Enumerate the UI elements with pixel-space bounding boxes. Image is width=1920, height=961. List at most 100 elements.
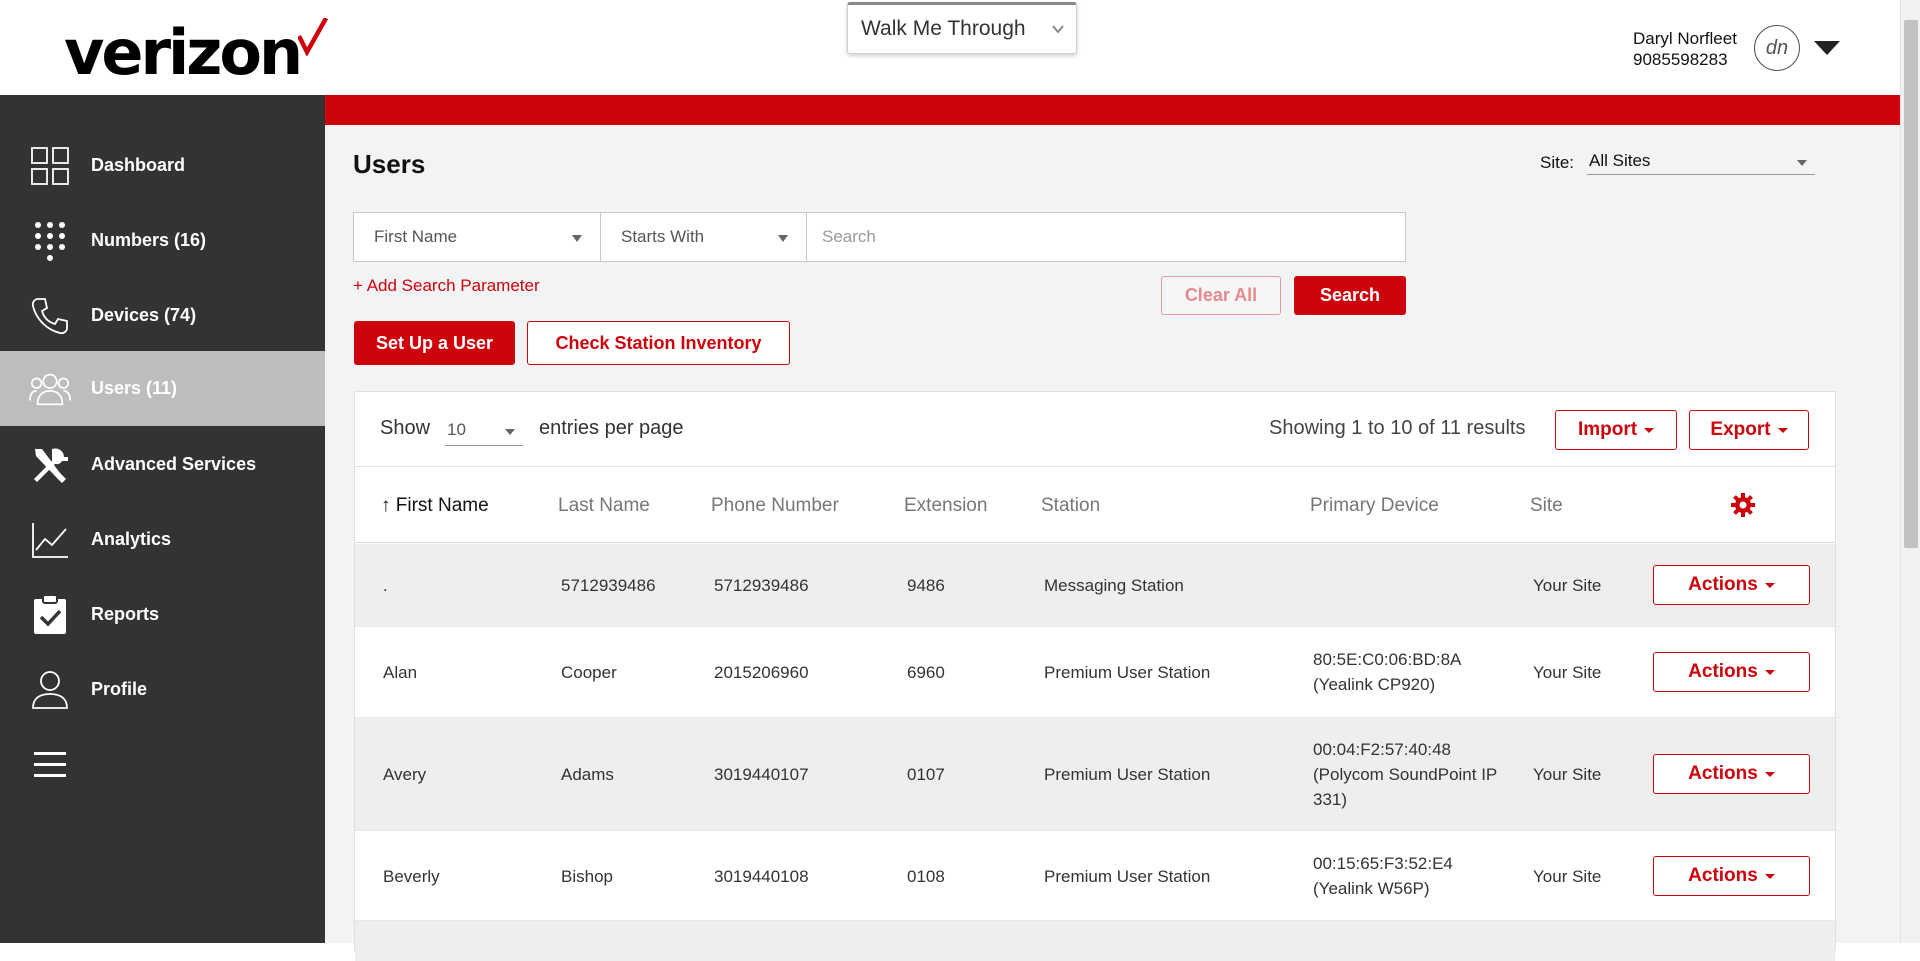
top-header: verizon Walk Me Through Daryl Norfleet 9… <box>0 0 1900 95</box>
actions-label: Actions <box>1688 574 1758 595</box>
dropdown-arrow-icon <box>505 429 515 435</box>
cell-primary-device: 00:04:F2:57:40:48 (Polycom SoundPoint IP… <box>1313 740 1497 809</box>
user-name: Daryl Norfleet <box>1633 29 1737 48</box>
page-scrollbar[interactable] <box>1900 0 1920 943</box>
search-button[interactable]: Search <box>1294 276 1406 315</box>
hamburger-menu-icon <box>28 743 72 787</box>
sidebar-item-label: Profile <box>91 679 148 699</box>
cell-last-name: Bishop <box>561 867 613 886</box>
add-search-parameter-link[interactable]: + Add Search Parameter <box>353 276 540 296</box>
actions-button[interactable]: Actions <box>1653 565 1810 605</box>
entries-per-page-label: entries per page <box>539 417 684 439</box>
dropdown-arrow-icon <box>1797 160 1807 166</box>
column-header-site[interactable]: Site <box>1530 495 1563 517</box>
table-toolbar: Show 10 entries per page Showing 1 to 10… <box>355 392 1835 467</box>
sidebar-item-label: Advanced Services <box>91 454 257 474</box>
scrollbar-thumb[interactable] <box>1904 20 1918 548</box>
column-label: First Name <box>395 495 489 516</box>
cell-station: Premium User Station <box>1044 867 1211 886</box>
clear-all-button[interactable]: Clear All <box>1161 276 1281 315</box>
cell-primary-device: 80:5E:C0:06:BD:8A (Yealink CP920) <box>1313 650 1461 694</box>
sidebar-item-devices[interactable]: Devices (74) <box>0 278 325 353</box>
per-page-value: 10 <box>447 420 466 439</box>
sidebar-wedge <box>300 95 325 125</box>
table-row: Beverly Bishop 3019440108 0108 Premium U… <box>355 831 1835 921</box>
cell-extension: 0108 <box>907 867 945 886</box>
import-button[interactable]: Import <box>1555 410 1677 450</box>
cell-extension: 9486 <box>907 576 945 595</box>
users-group-icon <box>28 367 72 411</box>
dialpad-icon <box>28 219 72 263</box>
site-select[interactable]: All Sites <box>1587 151 1815 175</box>
cell-site: Your Site <box>1533 867 1602 886</box>
cell-site: Your Site <box>1533 576 1602 595</box>
sidebar-item-label: Devices (74) <box>91 305 197 325</box>
entries-per-page-select[interactable]: 10 <box>445 416 523 446</box>
cell-first-name: . <box>383 576 388 595</box>
sidebar-item-label: Reports <box>91 604 160 624</box>
sidebar-menu-toggle[interactable] <box>0 727 100 802</box>
caret-down-icon <box>1644 427 1655 433</box>
cell-site: Your Site <box>1533 663 1602 682</box>
caret-down-icon <box>1777 427 1788 433</box>
main-content: Users Site: All Sites First Name Starts … <box>325 125 1900 961</box>
cell-last-name: Cooper <box>561 663 617 682</box>
cell-phone-number: 2015206960 <box>714 663 809 682</box>
line-chart-icon <box>28 518 72 562</box>
sidebar-item-advanced-services[interactable]: Advanced Services <box>0 427 325 502</box>
sidebar-item-analytics[interactable]: Analytics <box>0 502 325 577</box>
sidebar-item-label: Dashboard <box>91 155 186 175</box>
search-operator-value: Starts With <box>621 227 705 246</box>
export-button[interactable]: Export <box>1689 410 1809 450</box>
sidebar-item-profile[interactable]: Profile <box>0 652 325 727</box>
table-header: ↑ First Name Last Name Phone Number Exte… <box>355 468 1835 543</box>
column-header-last-name[interactable]: Last Name <box>558 495 650 517</box>
search-bar: First Name Starts With <box>353 212 1406 262</box>
phone-handset-icon <box>28 294 72 338</box>
sidebar-item-label: Numbers (16) <box>91 230 207 250</box>
user-menu-caret-icon[interactable] <box>1814 41 1840 55</box>
set-up-user-button[interactable]: Set Up a User <box>354 321 515 365</box>
cell-phone-number: 3019440108 <box>714 867 809 886</box>
search-input[interactable] <box>807 213 1405 261</box>
column-header-extension[interactable]: Extension <box>904 495 987 517</box>
column-header-first-name[interactable]: ↑ First Name <box>381 495 489 517</box>
search-field-select[interactable]: First Name <box>354 213 601 261</box>
gear-icon[interactable] <box>1730 492 1756 518</box>
cell-station: Premium User Station <box>1044 765 1211 784</box>
cell-last-name: 5712939486 <box>561 576 656 595</box>
sidebar-item-reports[interactable]: Reports <box>0 577 325 652</box>
cell-extension: 0107 <box>907 765 945 784</box>
check-station-inventory-button[interactable]: Check Station Inventory <box>527 321 790 365</box>
dropdown-arrow-icon <box>572 235 582 242</box>
actions-button[interactable]: Actions <box>1653 652 1810 692</box>
export-label: Export <box>1710 419 1771 440</box>
verizon-logo[interactable]: verizon <box>64 14 328 84</box>
cell-site: Your Site <box>1533 765 1602 784</box>
avatar[interactable]: dn <box>1754 25 1800 71</box>
site-label: Site: <box>1540 153 1575 172</box>
walk-me-through-dropdown[interactable]: Walk Me Through <box>847 2 1077 54</box>
sidebar-item-dashboard[interactable]: Dashboard <box>0 128 325 203</box>
column-header-phone-number[interactable]: Phone Number <box>711 495 839 517</box>
actions-button[interactable]: Actions <box>1653 856 1810 896</box>
table-row <box>355 921 1835 961</box>
sidebar-item-numbers[interactable]: Numbers (16) <box>0 203 325 278</box>
sidebar-item-label: Users (11) <box>91 378 178 398</box>
sidebar-item-users[interactable]: Users (11) <box>0 351 325 426</box>
clipboard-check-icon <box>28 593 72 637</box>
column-header-station[interactable]: Station <box>1041 495 1100 517</box>
search-operator-select[interactable]: Starts With <box>601 213 807 261</box>
cell-station: Premium User Station <box>1044 663 1211 682</box>
dashboard-grid-icon <box>28 144 72 188</box>
table-row: Avery Adams 3019440107 0107 Premium User… <box>355 718 1835 831</box>
user-info: Daryl Norfleet 9085598283 <box>1633 28 1737 70</box>
column-header-primary-device[interactable]: Primary Device <box>1310 495 1439 517</box>
user-phone: 9085598283 <box>1633 50 1728 69</box>
cell-phone-number: 3019440107 <box>714 765 809 784</box>
cell-phone-number: 5712939486 <box>714 576 809 595</box>
actions-button[interactable]: Actions <box>1653 754 1810 794</box>
sort-ascending-icon: ↑ <box>381 495 391 516</box>
users-table-panel: Show 10 entries per page Showing 1 to 10… <box>354 391 1836 961</box>
site-select-value: All Sites <box>1589 151 1651 170</box>
